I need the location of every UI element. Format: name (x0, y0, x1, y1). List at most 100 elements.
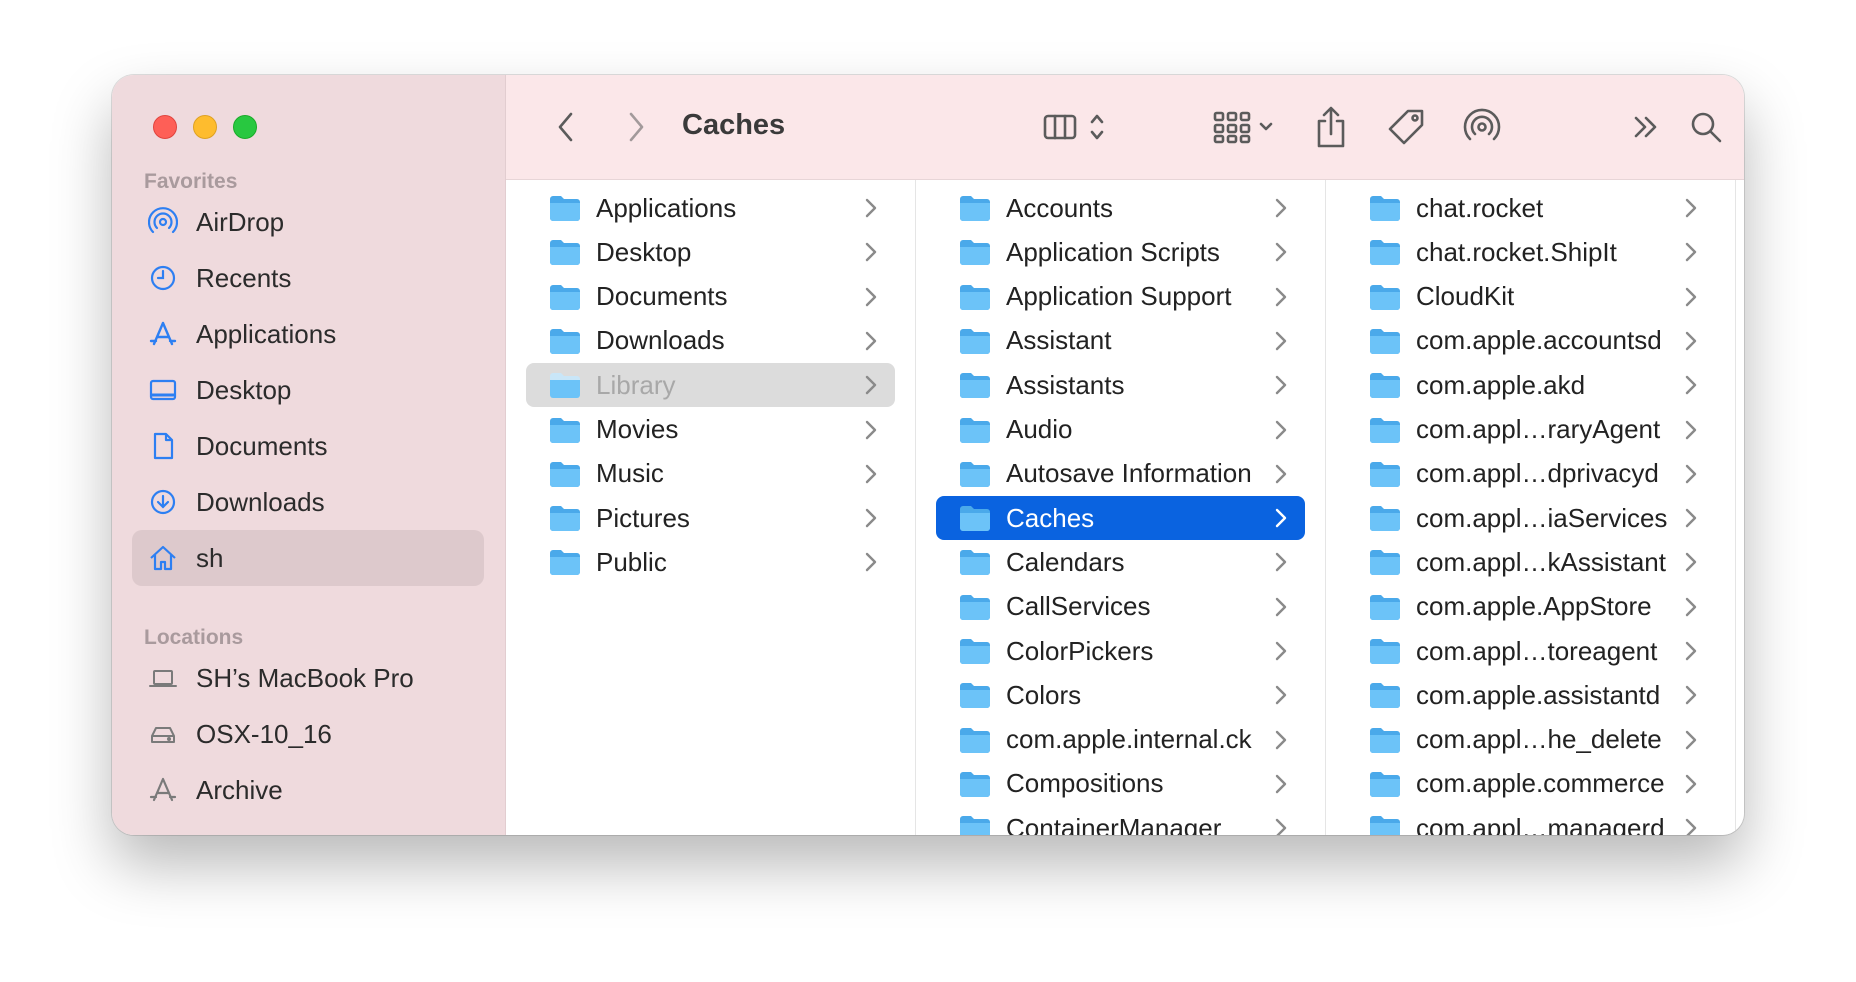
minimize-window-button[interactable] (193, 115, 217, 139)
chevron-right-icon (1271, 373, 1291, 397)
folder-row[interactable]: com.apple.accountsd (1346, 319, 1715, 363)
folder-row[interactable]: ContainerManager (936, 806, 1305, 835)
folder-row[interactable]: com.appl…dprivacyd (1346, 452, 1715, 496)
zoom-window-button[interactable] (233, 115, 257, 139)
folder-name: chat.rocket (1416, 192, 1544, 223)
chevron-right-icon (1681, 240, 1701, 264)
folder-row[interactable]: Accounts (936, 186, 1305, 230)
folder-icon (958, 637, 992, 665)
folder-row[interactable]: Downloads (526, 319, 895, 363)
folder-icon (1368, 238, 1402, 266)
folder-row[interactable]: Assistant (936, 319, 1305, 363)
column-library[interactable]: Accounts Application Scripts Application S… (916, 180, 1326, 835)
folder-icon (958, 371, 992, 399)
sidebar-item-archive[interactable]: Archive (132, 762, 484, 818)
folder-name: Desktop (596, 236, 692, 267)
folder-name: Application Scripts (1006, 236, 1220, 267)
folder-row[interactable]: com.apple.AppStore (1346, 585, 1715, 629)
folder-icon (548, 371, 582, 399)
sidebar-item-sh[interactable]: sh (132, 530, 484, 586)
sidebar-item-airdrop[interactable]: AirDrop (132, 194, 484, 250)
locations-heading: Locations (144, 626, 244, 649)
folder-row[interactable]: com.appl…raryAgent (1346, 408, 1715, 452)
group-by-button[interactable] (1206, 105, 1280, 149)
folder-row[interactable]: com.apple.commerce (1346, 762, 1715, 806)
folder-row[interactable]: Colors (936, 673, 1305, 717)
folder-row[interactable]: Desktop (526, 230, 895, 274)
folder-row[interactable]: com.apple.akd (1346, 363, 1715, 407)
folder-row[interactable]: com.appl…iaServices (1346, 496, 1715, 540)
folder-icon (958, 283, 992, 311)
search-button[interactable] (1684, 105, 1728, 149)
folder-name: com.appl…managerd (1416, 812, 1665, 835)
folder-row[interactable]: Music (526, 452, 895, 496)
share-button[interactable] (1309, 101, 1353, 153)
folder-name: com.appl…dprivacyd (1416, 458, 1659, 489)
folder-row[interactable]: Public (526, 540, 895, 584)
window-controls (153, 115, 257, 139)
sidebar-item-recents[interactable]: Recents (132, 250, 484, 306)
view-mode-button[interactable] (1034, 105, 1114, 149)
folder-row[interactable]: com.apple.assistantd (1346, 673, 1715, 717)
chevron-right-icon (1681, 595, 1701, 619)
folder-row[interactable]: Autosave Information (936, 452, 1305, 496)
folder-row[interactable]: com.appl…toreagent (1346, 629, 1715, 673)
more-toolbar-button[interactable] (1626, 105, 1666, 149)
folder-row[interactable]: Documents (526, 275, 895, 319)
chevron-updown-icon (1090, 114, 1104, 140)
folder-row[interactable]: Application Scripts (936, 230, 1305, 274)
home-icon (146, 541, 180, 575)
sidebar-item-osx-disk[interactable]: OSX-10_16 (132, 706, 484, 762)
close-window-button[interactable] (153, 115, 177, 139)
chevron-right-icon (861, 285, 881, 309)
folder-row[interactable]: Calendars (936, 540, 1305, 584)
airdrop-button[interactable] (1460, 105, 1504, 149)
folder-row[interactable]: Audio (936, 408, 1305, 452)
tags-button[interactable] (1384, 105, 1428, 149)
chevron-right-icon (1681, 816, 1701, 835)
folder-row[interactable]: Library (526, 363, 895, 408)
column-browser: Applications Desktop Documents Downloads Lib… (506, 180, 1744, 835)
folder-row[interactable]: Caches (936, 496, 1305, 541)
chevron-right-icon (1681, 728, 1701, 752)
sidebar-item-macbook[interactable]: SH’s MacBook Pro (132, 650, 484, 706)
folder-name: Assistant (1006, 325, 1112, 356)
folder-row[interactable]: com.apple.internal.ck (936, 718, 1305, 762)
folder-name: com.appl…kAssistant (1416, 546, 1666, 577)
sidebar-item-desktop[interactable]: Desktop (132, 362, 484, 418)
folder-row[interactable]: Movies (526, 408, 895, 452)
folder-icon (958, 726, 992, 754)
sidebar-item-downloads[interactable]: Downloads (132, 474, 484, 530)
airdrop-icon (1463, 108, 1501, 141)
folder-row[interactable]: ColorPickers (936, 629, 1305, 673)
folder-icon (1368, 726, 1402, 754)
folder-row[interactable]: Applications (526, 186, 895, 230)
folder-row[interactable]: chat.rocket (1346, 186, 1715, 230)
folder-name: com.apple.commerce (1416, 768, 1665, 799)
chevron-right-icon (1271, 595, 1291, 619)
folder-row[interactable]: Application Support (936, 275, 1305, 319)
folder-row[interactable]: Compositions (936, 762, 1305, 806)
folder-row[interactable]: chat.rocket.ShipIt (1346, 230, 1715, 274)
folder-name: Compositions (1006, 768, 1164, 799)
sidebar-item-documents[interactable]: Documents (132, 418, 484, 474)
sidebar-item-applications[interactable]: Applications (132, 306, 484, 362)
forward-button[interactable] (618, 105, 654, 149)
archive-icon (146, 773, 180, 807)
folder-row[interactable]: CallServices (936, 585, 1305, 629)
chevron-right-icon (1271, 462, 1291, 486)
chevron-right-icon (861, 506, 881, 530)
folder-row[interactable]: Pictures (526, 496, 895, 540)
column-home[interactable]: Applications Desktop Documents Downloads Lib… (506, 180, 916, 835)
finder-window: Favorites AirDrop Recents Applications D… (112, 75, 1744, 835)
folder-row[interactable]: com.appl…managerd (1346, 806, 1715, 835)
folder-row[interactable]: Assistants (936, 363, 1305, 407)
folder-row[interactable]: CloudKit (1346, 275, 1715, 319)
folder-name: Music (596, 458, 664, 489)
column-caches[interactable]: chat.rocket chat.rocket.ShipIt CloudKit com… (1326, 180, 1736, 835)
folder-name: ContainerManager (1006, 812, 1222, 835)
folder-row[interactable]: com.appl…kAssistant (1346, 540, 1715, 584)
folder-row[interactable]: com.appl…he_delete (1346, 718, 1715, 762)
folder-icon (958, 416, 992, 444)
back-button[interactable] (548, 105, 584, 149)
